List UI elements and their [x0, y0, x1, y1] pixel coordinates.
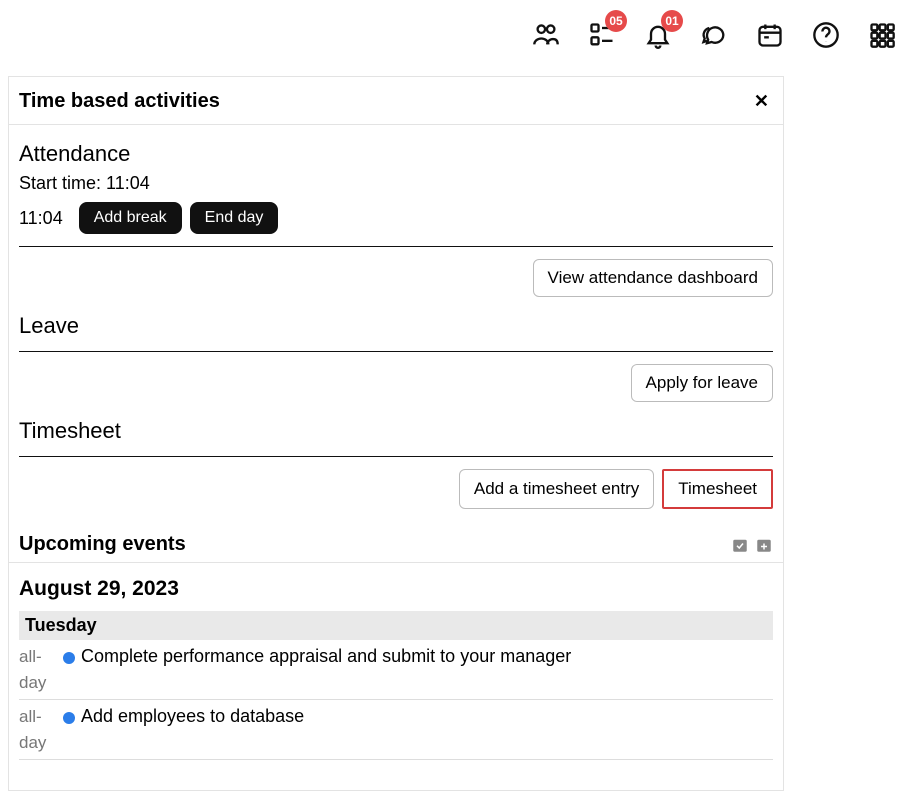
top-icons-bar: 05 01: [531, 20, 897, 50]
end-day-button[interactable]: End day: [190, 202, 279, 234]
close-icon[interactable]: ✕: [750, 87, 773, 116]
calendar-check-icon[interactable]: [731, 536, 749, 554]
time-activities-panel: Time based activities ✕ Attendance Start…: [8, 76, 784, 791]
day-label: Tuesday: [19, 611, 773, 640]
event-row[interactable]: all-day Complete performance appraisal a…: [19, 640, 773, 700]
events-title: Upcoming events: [19, 533, 186, 556]
event-row[interactable]: all-day Add employees to database: [19, 700, 773, 760]
tasks-badge: 05: [605, 10, 627, 32]
event-content: Add employees to database: [63, 704, 304, 755]
event-dot-icon: [63, 712, 75, 724]
date-heading: August 29, 2023: [19, 577, 773, 601]
apply-for-leave-button[interactable]: Apply for leave: [631, 364, 773, 402]
divider: [19, 351, 773, 352]
start-time-label: Start time: 11:04: [19, 173, 773, 194]
divider: [19, 456, 773, 457]
bell-icon[interactable]: 01: [643, 20, 673, 50]
apps-icon[interactable]: [867, 20, 897, 50]
view-attendance-dashboard-button[interactable]: View attendance dashboard: [533, 259, 773, 297]
panel-header: Time based activities ✕: [9, 87, 783, 125]
timesheet-button[interactable]: Timesheet: [662, 469, 773, 509]
event-content: Complete performance appraisal and submi…: [63, 644, 571, 695]
attendance-section: Attendance Start time: 11:04 11:04 Add b…: [9, 141, 783, 234]
timesheet-section: Timesheet: [9, 418, 783, 444]
add-break-button[interactable]: Add break: [79, 202, 182, 234]
timesheet-heading: Timesheet: [19, 418, 773, 444]
current-time: 11:04: [19, 208, 63, 229]
help-icon[interactable]: [811, 20, 841, 50]
attendance-heading: Attendance: [19, 141, 773, 167]
events-header: Upcoming events: [9, 533, 783, 563]
panel-title: Time based activities: [19, 90, 220, 113]
events-mini-icons: [731, 536, 773, 554]
attendance-controls: 11:04 Add break End day: [19, 202, 773, 234]
divider: [19, 246, 773, 247]
event-dot-icon: [63, 652, 75, 664]
event-title: Complete performance appraisal and submi…: [81, 646, 571, 667]
calendar-add-icon[interactable]: [755, 536, 773, 554]
event-title: Add employees to database: [81, 706, 304, 727]
people-icon[interactable]: [531, 20, 561, 50]
event-allday-label: all-day: [19, 704, 63, 755]
leave-section: Leave: [9, 313, 783, 339]
calendar-icon[interactable]: [755, 20, 785, 50]
chat-icon[interactable]: [699, 20, 729, 50]
add-timesheet-entry-button[interactable]: Add a timesheet entry: [459, 469, 654, 509]
leave-heading: Leave: [19, 313, 773, 339]
notif-badge: 01: [661, 10, 683, 32]
event-allday-label: all-day: [19, 644, 63, 695]
tasks-icon[interactable]: 05: [587, 20, 617, 50]
